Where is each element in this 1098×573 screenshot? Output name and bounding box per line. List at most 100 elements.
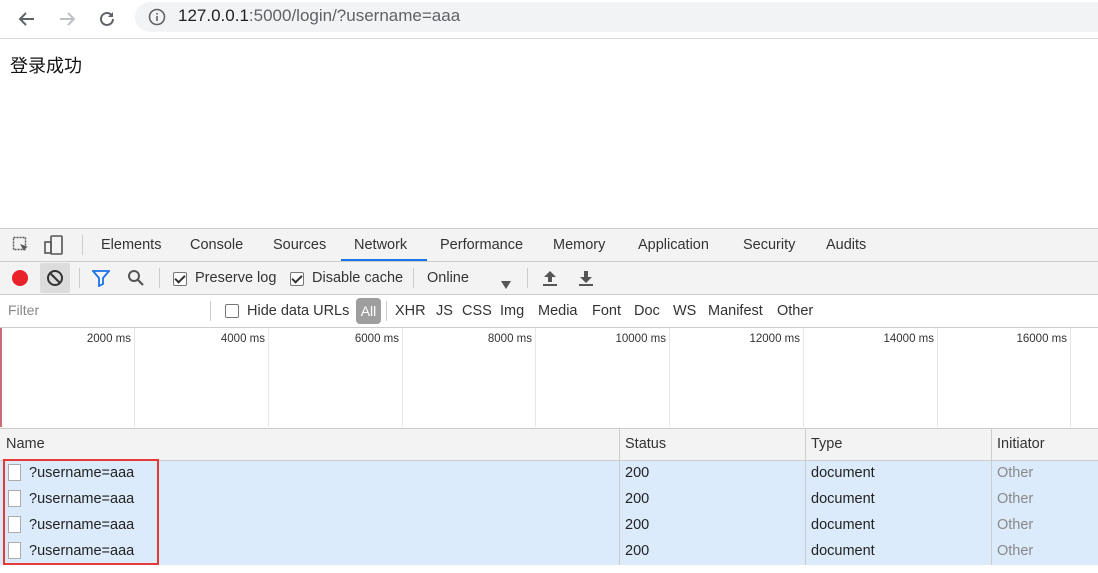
timeline-marker	[0, 328, 2, 427]
timeline-tick-label: 2000 ms	[86, 333, 131, 345]
tab-elements[interactable]: Elements	[101, 229, 161, 261]
column-header-initiator[interactable]: Initiator	[997, 436, 1045, 452]
request-type: document	[811, 517, 875, 533]
back-button[interactable]	[14, 6, 40, 32]
inspect-element-icon[interactable]	[12, 236, 30, 258]
url-text[interactable]: 127.0.0.1:5000/login/?username=aaa	[178, 5, 460, 27]
filter-icon	[91, 270, 111, 288]
record-button[interactable]	[11, 269, 29, 291]
url-host: 127.0.0.1	[178, 6, 249, 25]
table-row[interactable]: ?username=aaa 200 document Other	[0, 461, 1098, 487]
devtools-panel: Elements Console Sources Network Perform…	[0, 228, 1098, 573]
timeline-tick-label: 12000 ms	[749, 333, 800, 345]
filter-type-img[interactable]: Img	[500, 303, 524, 319]
info-icon[interactable]	[148, 8, 166, 30]
grid-line	[268, 328, 269, 427]
column-header-name[interactable]: Name	[6, 436, 45, 452]
grid-line	[669, 328, 670, 427]
requests-table-body: ?username=aaa 200 document Other ?userna…	[0, 461, 1098, 565]
column-divider[interactable]	[619, 429, 620, 565]
reload-icon	[100, 11, 114, 26]
request-initiator: Other	[997, 543, 1034, 559]
filter-type-js[interactable]: JS	[436, 303, 453, 319]
export-har-button[interactable]	[577, 269, 595, 291]
search-button[interactable]	[127, 269, 145, 291]
request-type: document	[811, 491, 875, 507]
arrow-left-icon	[18, 12, 34, 26]
divider	[386, 301, 387, 321]
timeline-tick-label: 8000 ms	[487, 333, 532, 345]
search-icon	[128, 270, 144, 286]
tab-memory[interactable]: Memory	[553, 229, 605, 261]
timeline-tick-label: 16000 ms	[1016, 333, 1067, 345]
table-row[interactable]: ?username=aaa 200 document Other	[0, 487, 1098, 513]
reload-button[interactable]	[94, 6, 120, 32]
filter-type-ws[interactable]: WS	[673, 303, 696, 319]
filter-bar: Hide data URLs All XHR JS CSS Img Media …	[0, 295, 1098, 328]
tab-performance[interactable]: Performance	[440, 229, 523, 261]
request-type: document	[811, 465, 875, 481]
grid-line	[803, 328, 804, 427]
tab-application[interactable]: Application	[638, 229, 709, 261]
grid-line	[535, 328, 536, 427]
table-row[interactable]: ?username=aaa 200 document Other	[0, 513, 1098, 539]
divider	[159, 268, 160, 288]
clear-button[interactable]	[40, 263, 70, 293]
request-initiator: Other	[997, 465, 1034, 481]
filter-type-xhr[interactable]: XHR	[395, 303, 426, 319]
table-row[interactable]: ?username=aaa 200 document Other	[0, 539, 1098, 565]
tab-audits[interactable]: Audits	[826, 229, 866, 261]
preserve-log-label: Preserve log	[195, 270, 277, 286]
devtools-tabbar: Elements Console Sources Network Perform…	[0, 229, 1098, 262]
browser-toolbar: 127.0.0.1:5000/login/?username=aaa	[0, 0, 1098, 39]
filter-type-all[interactable]: All	[356, 298, 381, 324]
column-divider[interactable]	[991, 429, 992, 565]
device-toolbar-icon[interactable]	[44, 235, 64, 259]
filter-toggle-button[interactable]	[91, 269, 111, 291]
overview-timeline[interactable]: 2000 ms 4000 ms 6000 ms 8000 ms 10000 ms…	[0, 328, 1098, 429]
filter-type-manifest[interactable]: Manifest	[708, 303, 763, 319]
divider	[79, 268, 80, 288]
throttling-select[interactable]: Online	[427, 270, 469, 286]
request-status: 200	[625, 491, 650, 507]
request-status: 200	[625, 543, 650, 559]
request-type: document	[811, 543, 875, 559]
request-status: 200	[625, 517, 650, 533]
filter-type-media[interactable]: Media	[538, 303, 578, 319]
grid-line	[402, 328, 403, 427]
tab-security[interactable]: Security	[743, 229, 795, 261]
column-divider[interactable]	[805, 429, 806, 565]
network-toolbar: Preserve log Disable cache Online	[0, 262, 1098, 295]
tab-sources[interactable]: Sources	[273, 229, 326, 261]
highlight-annotation-box	[3, 459, 159, 565]
forward-button[interactable]	[54, 6, 80, 32]
grid-line	[1070, 328, 1071, 427]
arrow-right-icon	[60, 12, 76, 26]
hide-data-urls-checkbox[interactable]	[225, 304, 239, 318]
column-header-type[interactable]: Type	[811, 436, 842, 452]
active-tab-indicator	[341, 259, 427, 261]
clear-icon	[47, 270, 63, 286]
timeline-tick-label: 4000 ms	[220, 333, 265, 345]
filter-type-doc[interactable]: Doc	[634, 303, 660, 319]
filter-type-other[interactable]: Other	[777, 303, 813, 319]
filter-type-font[interactable]: Font	[592, 303, 621, 319]
timeline-tick-label: 6000 ms	[354, 333, 399, 345]
record-icon	[12, 270, 28, 286]
disable-cache-checkbox[interactable]	[290, 272, 304, 286]
column-header-status[interactable]: Status	[625, 436, 666, 452]
tab-console[interactable]: Console	[190, 229, 243, 261]
timeline-tick-label: 14000 ms	[883, 333, 934, 345]
chevron-down-icon[interactable]	[501, 274, 511, 293]
grid-line	[937, 328, 938, 427]
timeline-tick-label: 10000 ms	[615, 333, 666, 345]
request-initiator: Other	[997, 517, 1034, 533]
grid-line	[134, 328, 135, 427]
tab-network[interactable]: Network	[354, 229, 407, 261]
filter-input[interactable]	[4, 299, 208, 321]
preserve-log-checkbox[interactable]	[173, 272, 187, 286]
divider	[527, 268, 528, 288]
import-har-button[interactable]	[541, 269, 559, 291]
filter-type-css[interactable]: CSS	[462, 303, 492, 319]
download-icon	[579, 271, 593, 286]
